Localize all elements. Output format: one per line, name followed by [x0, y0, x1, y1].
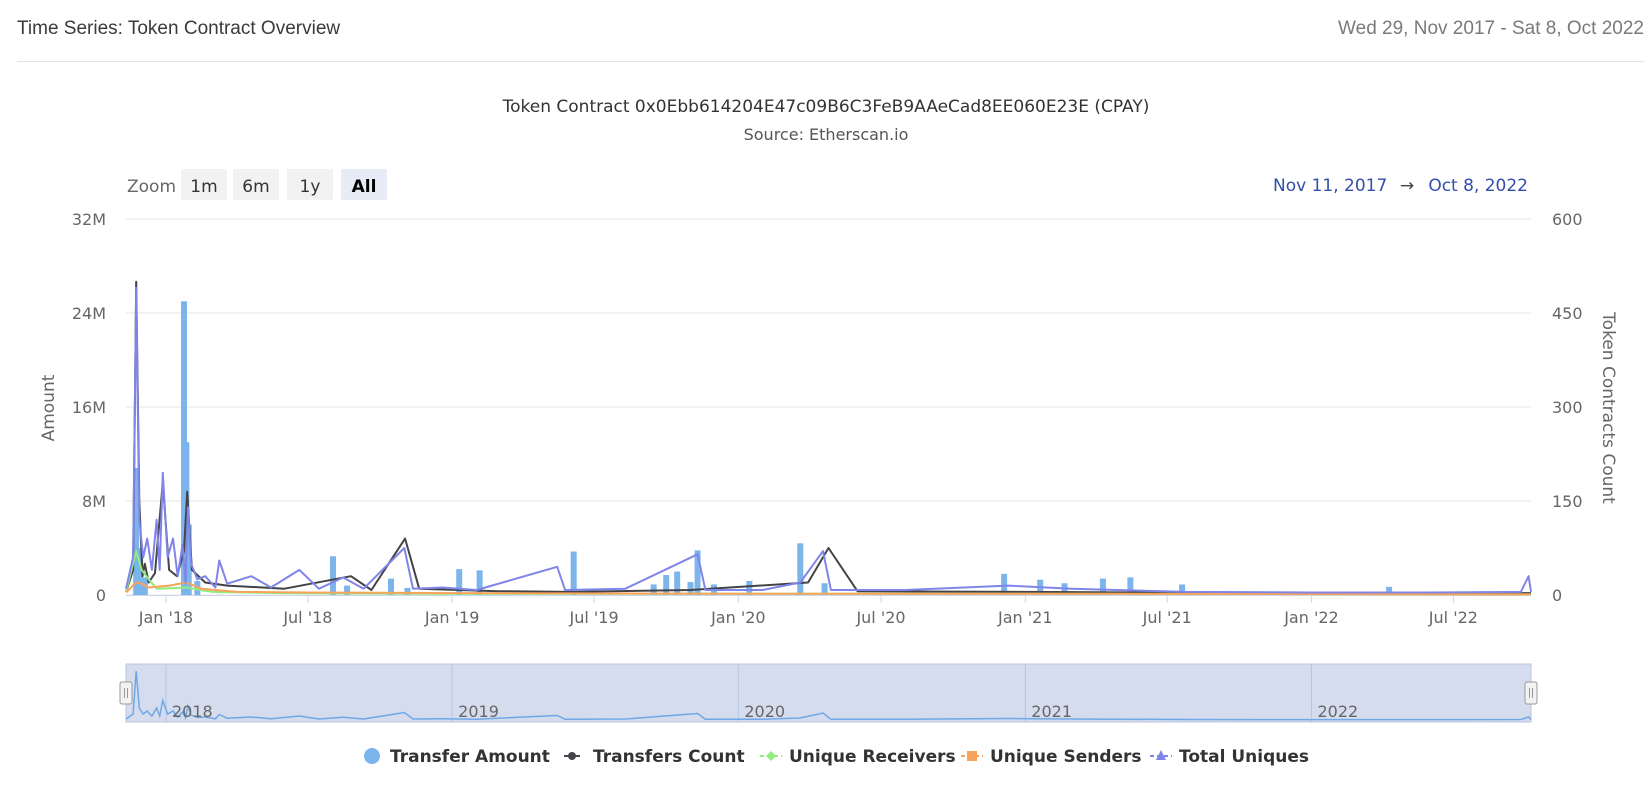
legend-item-unique-senders[interactable]: Unique Senders — [961, 747, 1142, 767]
transfer-amount-bar — [456, 569, 463, 595]
x-tick-label: Jan '20 — [710, 608, 766, 627]
zoom-button-1m-label[interactable]: 1m — [190, 177, 217, 197]
legend-item-transfer-amount[interactable]: Transfer Amount — [364, 747, 550, 767]
transfer-amount-bar — [797, 543, 804, 595]
y-axis-left-ticks: 0 8M 16M 24M 32M — [72, 210, 106, 605]
y-left-tick-label: 8M — [82, 492, 106, 511]
x-tick-label: Jul '19 — [568, 608, 618, 627]
zoom-button-6m[interactable]: 6m — [233, 169, 279, 200]
transfer-amount-bar — [663, 575, 670, 595]
zoom-button-all-label[interactable]: All — [352, 177, 377, 197]
x-tick-label: Jul '18 — [282, 608, 332, 627]
transfers-count-line — [125, 280, 1531, 595]
legend-label-transfer-amount[interactable]: Transfer Amount — [390, 747, 550, 767]
transfer-amount-bar — [329, 556, 336, 595]
legend-item-unique-receivers[interactable]: Unique Receivers — [760, 747, 956, 767]
navigator-year-label: 2019 — [458, 702, 499, 721]
x-tick-label: Jan '21 — [997, 608, 1053, 627]
zoom-button-1m[interactable]: 1m — [181, 169, 227, 200]
legend-symbol-unique-senders[interactable] — [967, 751, 977, 761]
zoom-button-all[interactable]: All — [341, 169, 387, 200]
transfer-amount-bar — [674, 571, 681, 595]
y-right-tick-label: 150 — [1552, 492, 1583, 511]
y-left-tick-label: 0 — [96, 586, 106, 605]
x-axis-ticks: Jan '18 Jul '18 Jan '19 Jul '19 Jan '20 Jul '… — [126, 595, 1531, 627]
zoom-label: Zoom — [127, 177, 176, 197]
navigator-handle-left-body[interactable] — [119, 681, 133, 705]
zoom-button-1y[interactable]: 1y — [287, 169, 333, 200]
grid-lines — [126, 218, 1531, 596]
y-right-tick-label: 0 — [1552, 586, 1562, 605]
legend-symbol-transfer-amount[interactable] — [364, 748, 380, 764]
navigator-handle-left[interactable] — [119, 681, 133, 705]
x-tick-label: Jul '20 — [855, 608, 905, 627]
navigator-year-label: 2022 — [1317, 702, 1358, 721]
navigator-year-label: 2021 — [1031, 702, 1072, 721]
navigator-year-label: 2020 — [744, 702, 785, 721]
x-tick-label: Jan '19 — [424, 608, 480, 627]
y-right-tick-label: 300 — [1552, 398, 1583, 417]
y-axis-left-title: Amount — [39, 374, 59, 441]
x-tick-label: Jul '22 — [1428, 608, 1478, 627]
zoom-button-6m-label[interactable]: 6m — [242, 177, 269, 197]
y-right-tick-label: 450 — [1552, 304, 1583, 323]
legend-item-total-uniques[interactable]: Total Uniques — [1150, 747, 1309, 767]
legend-symbol-transfers-count[interactable] — [568, 752, 576, 760]
y-left-tick-label: 24M — [72, 304, 106, 323]
range-from-input[interactable]: Nov 11, 2017 — [1273, 176, 1387, 196]
count-lines — [125, 280, 1532, 596]
legend-label-transfers-count[interactable]: Transfers Count — [593, 747, 745, 767]
legend-label-total-uniques[interactable]: Total Uniques — [1179, 747, 1309, 767]
navigator-year-label: 2018 — [172, 702, 213, 721]
range-to-input[interactable]: Oct 8, 2022 — [1428, 176, 1528, 196]
transfer-amount-bars — [133, 301, 1393, 595]
y-left-tick-label: 16M — [72, 398, 106, 417]
x-tick-label: Jan '18 — [138, 608, 194, 627]
zoom-button-1y-label[interactable]: 1y — [300, 177, 321, 197]
navigator-handle-right[interactable] — [1524, 681, 1538, 705]
legend-item-transfers-count[interactable]: Transfers Count — [564, 747, 745, 767]
legend-symbol-unique-receivers[interactable] — [766, 751, 776, 761]
navigator[interactable]: 2018 2019 2020 2021 2022 — [119, 663, 1538, 723]
legend-label-unique-senders[interactable]: Unique Senders — [990, 747, 1142, 767]
unique-receivers-line — [125, 550, 1532, 596]
time-series-chart: Token Contract 0x0Ebb614204E47c09B6C3FeB… — [39, 97, 1618, 767]
range-arrow: → — [1400, 176, 1414, 196]
total-uniques-line — [125, 286, 1532, 594]
x-tick-label: Jan '22 — [1283, 608, 1339, 627]
transfer-amount-bar — [570, 551, 577, 595]
y-left-tick-label: 32M — [72, 210, 106, 229]
legend-label-unique-receivers[interactable]: Unique Receivers — [789, 747, 956, 767]
navigator-handle-right-body[interactable] — [1524, 681, 1538, 705]
x-tick-label: Jul '21 — [1142, 608, 1192, 627]
chart-title: Token Contract 0x0Ebb614204E47c09B6C3FeB… — [502, 97, 1150, 117]
chart-subtitle: Source: Etherscan.io — [744, 125, 909, 144]
legend: Transfer Amount Transfers Count Unique R… — [364, 747, 1309, 767]
y-right-tick-label: 600 — [1552, 210, 1583, 229]
y-axis-right-title: Token Contracts Count — [1598, 311, 1618, 504]
y-axis-right-ticks: 0 150 300 450 600 — [1552, 210, 1583, 605]
